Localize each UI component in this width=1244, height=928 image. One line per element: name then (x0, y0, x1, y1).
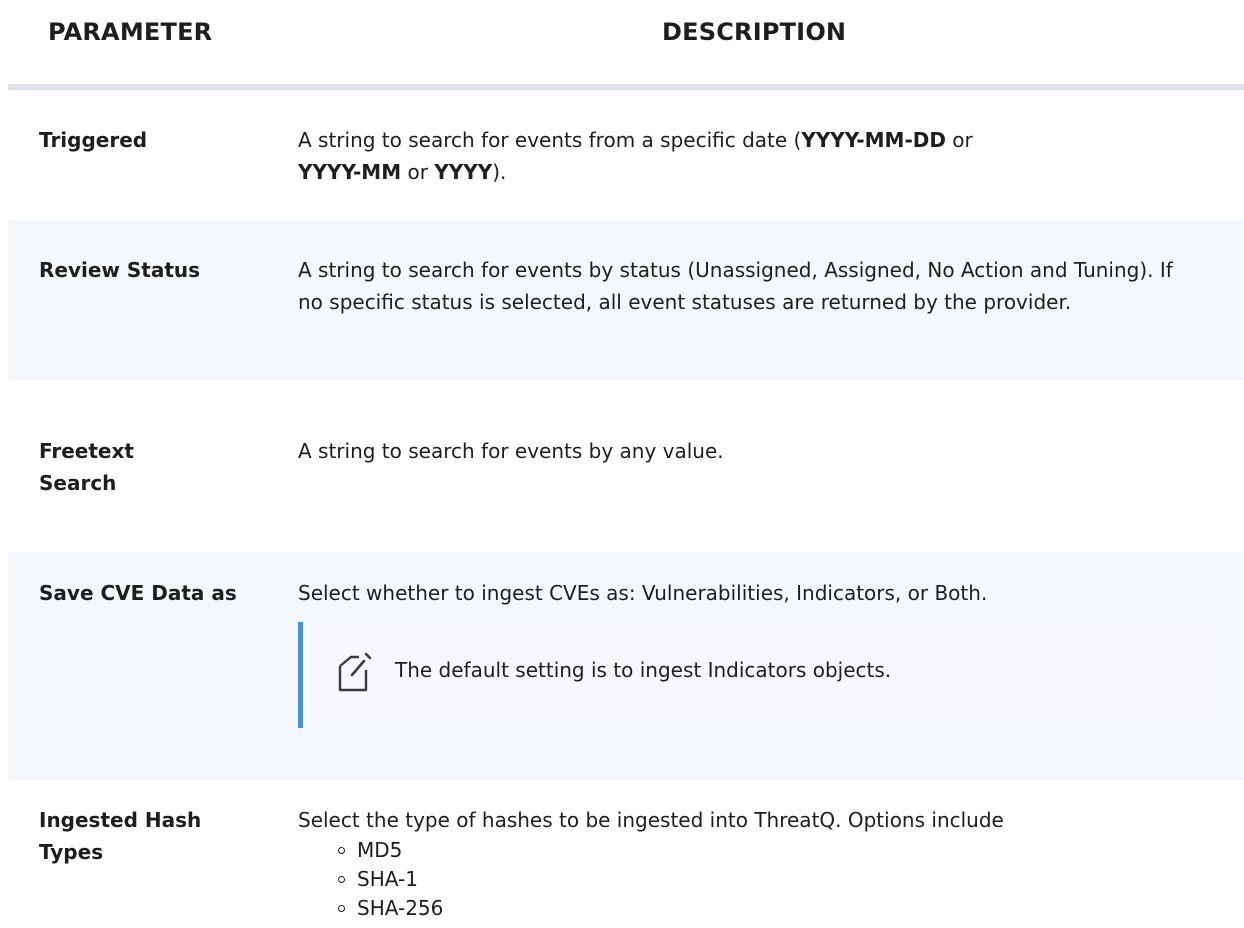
table-header: PARAMETER DESCRIPTION (8, 0, 1244, 90)
param-name: Triggered (39, 128, 148, 152)
param-name: Freetext Search (39, 439, 134, 495)
table-row: Freetext Search A string to search for e… (8, 380, 1244, 552)
param-description: Select whether to ingest CVEs as: Vulner… (298, 581, 988, 605)
hash-type-options: MD5 SHA-1 SHA-256 (338, 836, 443, 923)
param-description: Select the type of hashes to be ingested… (298, 808, 1004, 832)
note-text: The default setting is to ingest Indicat… (395, 658, 892, 682)
note-callout: The default setting is to ingest Indicat… (298, 622, 1226, 728)
list-item: SHA-256 (338, 894, 443, 923)
param-description: A string to search for events from a spe… (298, 128, 973, 184)
param-name: Review Status (39, 258, 201, 282)
list-item: MD5 (338, 836, 443, 865)
bullet-icon (338, 876, 345, 883)
note-edit-icon (338, 652, 372, 692)
param-name: Save CVE Data as (39, 581, 237, 605)
table-row: Ingested Hash Types Select the type of h… (8, 780, 1244, 928)
header-description: DESCRIPTION (662, 18, 847, 46)
table-row: Review Status A string to search for eve… (8, 220, 1244, 380)
bullet-icon (338, 847, 345, 854)
param-description: A string to search for events by any val… (298, 439, 724, 463)
list-item: SHA-1 (338, 865, 443, 894)
table-row: Save CVE Data as Select whether to inges… (8, 552, 1244, 780)
param-description: A string to search for events by status … (298, 258, 1173, 314)
table-row: Triggered A string to search for events … (8, 90, 1244, 220)
bullet-icon (338, 905, 345, 912)
param-name: Ingested Hash Types (39, 808, 202, 864)
header-parameter: PARAMETER (48, 18, 213, 46)
